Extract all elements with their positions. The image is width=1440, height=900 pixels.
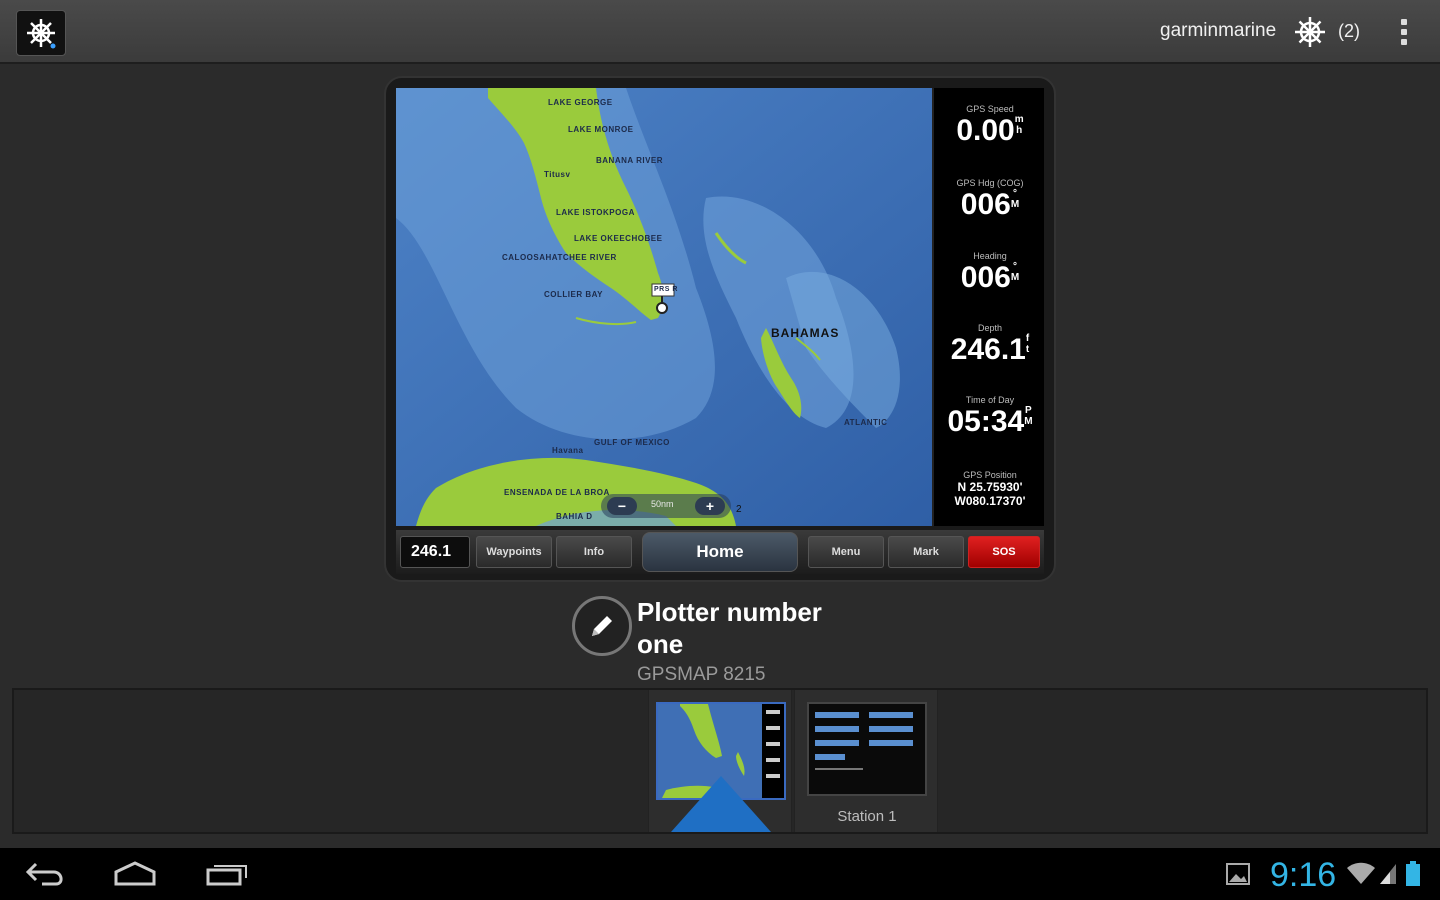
ship-wheel-icon[interactable] (1292, 14, 1328, 50)
gps-latitude: N 25.75930' (957, 480, 1023, 494)
heading-field[interactable]: Heading 006 ° M (934, 251, 1046, 295)
depth-softkey[interactable]: 246.1 (400, 536, 470, 568)
zoom-out-button[interactable]: − (607, 497, 637, 515)
time-of-day-field[interactable]: Time of Day 05:34P M (934, 395, 1046, 439)
gps-speed-field[interactable]: GPS Speed 0.00m h (934, 104, 1046, 148)
chart-map[interactable]: LAKE GEORGE LAKE MONROE BANANA RIVER Tit… (396, 88, 932, 526)
boat-position-label: PRS R (654, 286, 678, 293)
status-clock: 9:16 (1270, 856, 1337, 894)
map-label-bahamas: BAHAMAS (771, 326, 840, 340)
recent-apps-icon[interactable] (204, 860, 250, 888)
chart-map-graphic (396, 88, 932, 526)
map-label: Havana (552, 446, 584, 455)
screen-thumbnail-station-1[interactable]: Station 1 (794, 690, 938, 832)
home-icon[interactable] (112, 860, 158, 888)
menu-button[interactable]: Menu (808, 536, 884, 568)
account-name[interactable]: garminmarine (1160, 20, 1276, 42)
battery-icon (1406, 861, 1420, 886)
overflow-menu-icon[interactable] (1392, 16, 1416, 48)
selection-indicator (671, 776, 771, 832)
app-ship-wheel-icon[interactable] (16, 10, 66, 56)
softkey-bar: 246.1 Waypoints Info Home Menu Mark SOS (396, 530, 1044, 574)
screen-thumbnail-selected[interactable] (648, 690, 792, 832)
map-scale: 50nm (651, 499, 674, 509)
info-button[interactable]: Info (556, 536, 632, 568)
depth-value: 246.1 (950, 333, 1026, 366)
map-label: ATLANTIC (844, 418, 888, 427)
action-bar: garminmarine (2) (0, 0, 1440, 64)
mark-button[interactable]: Mark (888, 536, 964, 568)
zoom-control: − 50nm + (601, 494, 731, 518)
heading-value: 006 (960, 261, 1011, 294)
map-label: GULF OF MEXICO (594, 438, 670, 447)
map-label: LAKE ISTOKPOGA (556, 208, 635, 217)
picture-icon (1226, 863, 1250, 885)
map-label: Titusv (544, 170, 571, 179)
zoom-in-button[interactable]: + (695, 497, 725, 515)
map-label: LAKE MONROE (568, 125, 634, 134)
depth-label: Depth (977, 323, 1003, 333)
gps-cog-label: GPS Hdg (COG) (956, 178, 1024, 188)
gps-speed-value: 0.00 (956, 114, 1015, 147)
chartplotter-preview: LAKE GEORGE LAKE MONROE BANANA RIVER Tit… (384, 76, 1056, 582)
thumbnail-image (807, 702, 927, 796)
gps-position-label: GPS Position (963, 470, 1017, 480)
edit-name-button[interactable] (572, 596, 632, 656)
gps-speed-label: GPS Speed (966, 104, 1014, 114)
gps-cog-field[interactable]: GPS Hdg (COG) 006 ° M (934, 178, 1046, 222)
gps-position-field[interactable]: GPS Position N 25.75930' W080.17370' (934, 470, 1046, 508)
home-button[interactable]: Home (642, 532, 798, 572)
data-panel: GPS Speed 0.00m h GPS Hdg (COG) 006 ° M Hea… (932, 88, 1044, 526)
map-label: LAKE GEORGE (548, 98, 613, 107)
gps-longitude: W080.17370' (954, 494, 1026, 508)
gps-cog-value: 006 (960, 188, 1011, 221)
system-navigation-bar: 9:16 (0, 848, 1440, 900)
time-of-day-label: Time of Day (965, 395, 1015, 405)
time-of-day-value: 05:34 (947, 405, 1025, 438)
heading-label: Heading (973, 251, 1007, 261)
map-label: CALOOSAHATCHEE RIVER (502, 253, 617, 262)
map-label: ENSENADA DE LA BROA (504, 488, 610, 497)
device-count[interactable]: (2) (1338, 21, 1360, 42)
map-scale-small: 2 (736, 504, 742, 515)
back-icon[interactable] (24, 860, 68, 888)
signal-icon (1380, 864, 1396, 884)
map-label: BAHIA D (556, 512, 593, 521)
sos-button[interactable]: SOS (968, 536, 1040, 568)
map-label: COLLIER BAY (544, 290, 603, 299)
thumbnail-caption: Station 1 (837, 808, 897, 825)
wifi-icon (1347, 862, 1375, 884)
map-label: BANANA RIVER (596, 156, 664, 165)
map-label: LAKE OKEECHOBEE (574, 234, 663, 243)
device-model: GPSMAP 8215 (637, 664, 766, 685)
depth-field[interactable]: Depth 246.1f t (934, 323, 1046, 367)
screen-filmstrip: Station 1 (12, 688, 1428, 834)
device-title: Plotter number one (637, 597, 822, 659)
pencil-icon (592, 616, 612, 636)
waypoints-button[interactable]: Waypoints (476, 536, 552, 568)
